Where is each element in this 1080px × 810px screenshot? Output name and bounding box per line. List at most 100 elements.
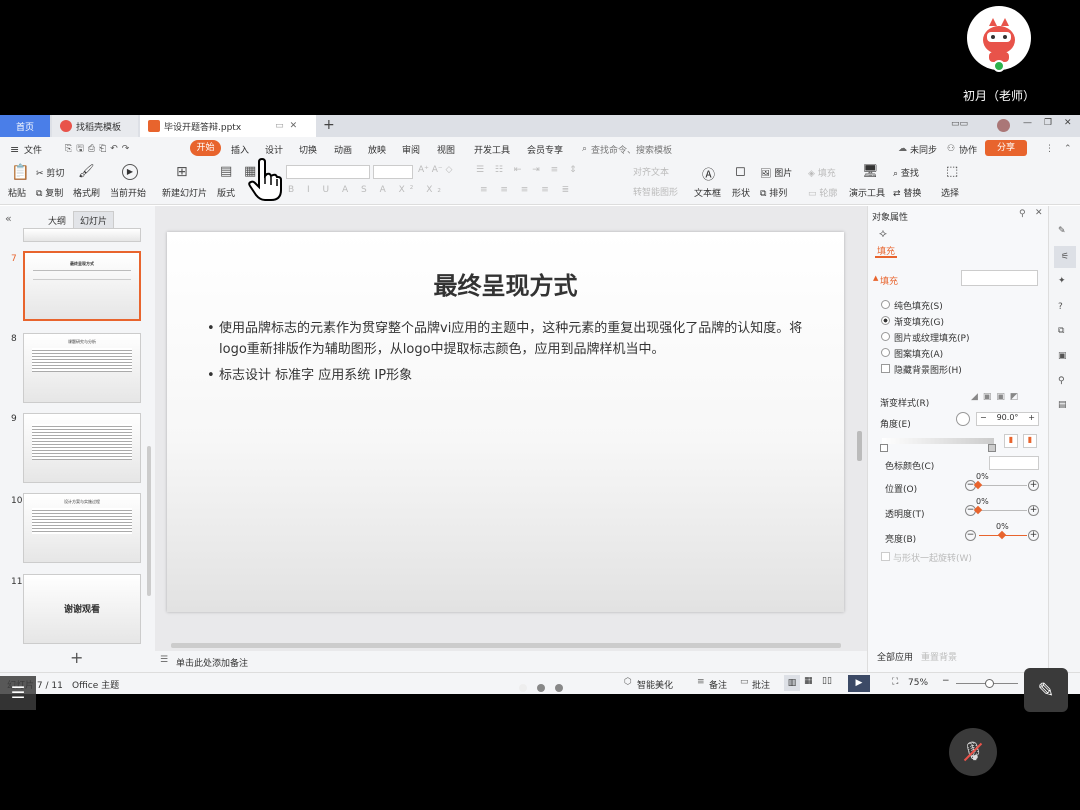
fill-button[interactable]: ◈ 填充 <box>808 166 836 179</box>
font-size-buttons[interactable]: A⁺ A⁻ ◇ <box>418 165 452 175</box>
close-window-icon[interactable]: ✕ <box>1064 118 1072 128</box>
fill-section-arrow-icon[interactable]: ▲ <box>873 274 878 282</box>
fill-tab-icon[interactable]: ⟡ <box>879 226 887 241</box>
add-stop-icon[interactable]: ▮ <box>1004 434 1018 448</box>
rotate-with-shape-label[interactable]: 与形状一起旋转(W) <box>893 551 972 564</box>
vertical-scrollbar[interactable] <box>857 431 862 461</box>
select-button[interactable]: 选择 <box>941 186 959 199</box>
angle-plus[interactable]: + <box>1028 413 1035 425</box>
presenter-tools-icon[interactable]: 🖥 <box>862 164 879 179</box>
menu-transition[interactable]: 切换 <box>299 143 317 156</box>
panel-scrollbar[interactable] <box>147 446 151 596</box>
adjust-icon[interactable]: ⚟ <box>1054 246 1076 268</box>
shape-icon[interactable]: ◻ <box>735 164 746 179</box>
rotate-with-shape-checkbox[interactable] <box>881 552 890 561</box>
slide-thumb-10[interactable]: 设计方案与实施过程 <box>23 493 141 563</box>
radio-gradient-label[interactable]: 渐变填充(G) <box>894 315 944 328</box>
slide-thumb-8[interactable]: 课题研究与分析 <box>23 333 141 403</box>
slide-thumb-partial[interactable] <box>23 228 141 242</box>
format-painter-button[interactable]: 格式刷 <box>73 186 100 199</box>
remove-stop-icon[interactable]: ▮ <box>1023 434 1037 448</box>
hide-bg-label[interactable]: 隐藏背景图形(H) <box>894 363 962 376</box>
tab-close-icon[interactable]: ✕ <box>290 121 298 131</box>
transparency-plus-icon[interactable]: + <box>1028 505 1039 516</box>
stop-color-select[interactable] <box>989 456 1039 470</box>
apply-all-button[interactable]: 全部应用 <box>877 650 913 663</box>
tab-templates[interactable]: 找稻壳模板 <box>52 115 138 137</box>
menu-insert[interactable]: 插入 <box>231 143 249 156</box>
tab-pin-icon[interactable]: ▭ <box>275 121 284 131</box>
zoom-level[interactable]: 75% <box>908 678 928 688</box>
page-dot[interactable] <box>519 684 527 692</box>
menu-developer[interactable]: 开发工具 <box>474 143 510 156</box>
annotate-overlay-icon[interactable]: ✎ <box>1024 668 1068 712</box>
notes-bar[interactable]: ☰ 单击此处添加备注 <box>155 651 867 672</box>
arrange-button[interactable]: ⧉ 排列 <box>760 186 787 199</box>
search-command-input[interactable]: 查找命令、搜索模板 <box>591 143 672 156</box>
cut-button[interactable]: ✂ 剪切 <box>36 166 64 179</box>
shape-button[interactable]: 形状 <box>732 186 750 199</box>
object-props-icon[interactable]: ✎ <box>1058 226 1066 236</box>
find-button[interactable]: ⌕ 查找 <box>893 166 919 179</box>
position-slider[interactable] <box>979 485 1027 486</box>
gradient-style-buttons[interactable]: ◢▣▣◩ <box>971 392 1023 402</box>
menu-view[interactable]: 视图 <box>437 143 455 156</box>
font-name-select[interactable] <box>286 165 370 179</box>
sync-status[interactable]: 未同步 <box>910 143 937 156</box>
tab-document[interactable]: 毕设开题答辩.pptx ▭ ✕ <box>140 115 316 137</box>
fill-select[interactable] <box>961 270 1038 286</box>
gradient-stop-right[interactable] <box>988 444 996 452</box>
radio-gradient[interactable] <box>881 316 890 325</box>
radio-pattern-label[interactable]: 图案填充(A) <box>894 347 943 360</box>
layout-button[interactable]: 版式 <box>217 186 235 199</box>
menu-vip[interactable]: 会员专享 <box>527 143 563 156</box>
new-slide-icon[interactable]: ⊞ <box>176 164 188 180</box>
reset-bg-button[interactable]: 重置背景 <box>921 650 957 663</box>
hide-bg-checkbox[interactable] <box>881 364 890 373</box>
user-avatar-icon[interactable] <box>997 119 1010 132</box>
radio-solid-label[interactable]: 纯色填充(S) <box>894 299 943 312</box>
menu-file[interactable]: 文件 <box>24 143 42 156</box>
replace-button[interactable]: ⇄ 替换 <box>893 186 921 199</box>
menu-review[interactable]: 审阅 <box>402 143 420 156</box>
new-slide-button[interactable]: 新建幻灯片 <box>162 186 207 199</box>
slide-thumb-9[interactable] <box>23 413 141 483</box>
paste-icon[interactable]: 📋 <box>11 163 30 181</box>
slide-thumb-11[interactable]: 谢谢观看 <box>23 574 141 644</box>
close-panel-icon[interactable]: ✕ <box>1035 208 1043 218</box>
textbox-icon[interactable]: Ⓐ <box>702 164 715 183</box>
restore-icon[interactable]: ❐ <box>1044 118 1052 128</box>
zoom-out-icon[interactable]: − <box>942 676 950 686</box>
menu-icon[interactable]: ≡ <box>10 143 19 156</box>
tab-home[interactable]: 首页 <box>0 115 50 137</box>
radio-solid[interactable] <box>881 300 890 309</box>
animation-icon[interactable]: ✦ <box>1058 276 1066 286</box>
reading-view-icon[interactable]: ▯▯ <box>822 676 832 686</box>
menu-overlay-icon[interactable]: ☰ <box>0 676 36 710</box>
sorter-view-icon[interactable]: ▦ <box>804 676 813 686</box>
format-painter-icon[interactable]: 🖌 <box>78 164 95 179</box>
align-text-button[interactable]: 对齐文本 <box>633 165 669 178</box>
notes-toggle-button[interactable]: 备注 <box>709 678 727 691</box>
slide-title[interactable]: 最终呈现方式 <box>167 266 844 301</box>
play-slideshow-icon[interactable]: ▶ <box>848 675 870 692</box>
more-icon[interactable]: ⋮ <box>1045 144 1054 154</box>
transparency-slider[interactable] <box>979 510 1027 511</box>
gradient-stop-left[interactable] <box>880 444 888 452</box>
position-plus-icon[interactable]: + <box>1028 480 1039 491</box>
normal-view-icon[interactable]: ▥ <box>784 675 800 691</box>
menu-start[interactable]: 开始 <box>190 140 221 156</box>
copy-button[interactable]: ⧉ 复制 <box>36 186 63 199</box>
horizontal-scrollbar[interactable] <box>171 643 841 648</box>
zoom-thumb[interactable] <box>985 679 994 688</box>
radio-picture[interactable] <box>881 332 890 341</box>
start-from-current-button[interactable]: 当前开始 <box>110 186 146 199</box>
location-icon[interactable]: ⚲ <box>1058 376 1065 386</box>
slide-bullet-1[interactable]: • 使用品牌标志的元素作为贯穿整个品牌vi应用的主题中，这种元素的重复出现强化了… <box>207 318 807 360</box>
radio-pattern[interactable] <box>881 348 890 357</box>
angle-value[interactable]: 90.0° <box>997 413 1019 425</box>
fit-window-icon[interactable]: ⛶ <box>892 677 898 687</box>
slide-bullet-2[interactable]: • 标志设计 标准字 应用系统 IP形象 <box>207 365 807 386</box>
outline-button[interactable]: ▭ 轮廓 <box>808 186 837 199</box>
layout-icon[interactable]: ▤ <box>220 164 232 179</box>
